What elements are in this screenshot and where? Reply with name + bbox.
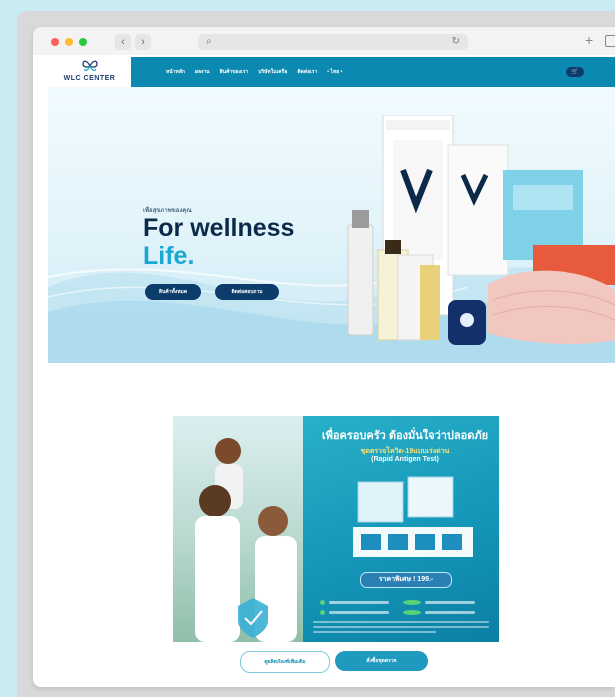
hero-title-accent: Life. xyxy=(143,242,195,270)
back-button[interactable]: ‹ xyxy=(115,34,131,50)
menu-item-portfolio[interactable]: ผลงาน xyxy=(195,68,210,76)
more-products-button[interactable]: ดูผลิตภัณฑ์เพิ่มเติม xyxy=(240,651,330,673)
family-photo xyxy=(173,416,303,642)
price-badge: ราคาพิเศษ ! 199.- xyxy=(360,572,452,588)
menu-item-contact[interactable]: ติดต่อเรา xyxy=(297,68,317,76)
main-menu: หน้าหลัก ผลงาน สินค้าของเรา บริษัทในเครื… xyxy=(166,68,342,76)
menu-item-products[interactable]: สินค้าของเรา xyxy=(220,68,249,76)
all-products-button[interactable]: สินค้าทั้งหมด xyxy=(145,284,201,300)
hero-banner: เพื่อสุขภาพของคุณ For wellness Life. สิน… xyxy=(48,87,615,363)
promo-feature-row xyxy=(320,604,490,616)
close-window-dot[interactable] xyxy=(51,38,59,46)
forward-button[interactable]: › xyxy=(135,34,151,50)
menu-item-affiliates[interactable]: บริษัทในเครือ xyxy=(258,68,287,76)
site-logo[interactable]: WLC CENTER xyxy=(48,57,131,87)
hero-title: For wellness xyxy=(143,214,295,242)
promo-feature-list xyxy=(320,594,490,616)
address-bar[interactable]: ⌕ ↻ xyxy=(198,34,468,50)
promo-headline: เพื่อครอบครัว ต้องมั่นใจว่าปลอดภัย xyxy=(321,430,489,442)
promo-fine-print xyxy=(313,621,489,636)
promo-product-name: (Rapid Antigen Test) xyxy=(371,456,439,463)
language-selector[interactable]: • ไทย • xyxy=(327,68,342,76)
test-kit-image xyxy=(353,476,473,557)
new-tab-button[interactable]: + xyxy=(585,32,593,48)
maximize-window-dot[interactable] xyxy=(79,38,87,46)
menu-item-home[interactable]: หน้าหลัก xyxy=(166,68,185,76)
butterfly-logo-icon xyxy=(82,60,98,72)
promo-feature-row xyxy=(320,594,490,606)
contact-us-button[interactable]: ติดต่อสอบถาม xyxy=(215,284,279,300)
reload-icon[interactable]: ↻ xyxy=(452,36,460,47)
browser-toolbar: ‹ › ⌕ ↻ + xyxy=(33,27,615,55)
covid-test-promo-banner[interactable]: เพื่อครอบครัว ต้องมั่นใจว่าปลอดภัย ชุดตร… xyxy=(173,416,499,642)
logo-text: WLC CENTER xyxy=(63,75,116,82)
product-collage-image xyxy=(347,115,615,345)
order-test-kit-button[interactable]: สั่งซื้อชุดตรวจ xyxy=(335,651,428,671)
search-icon: ⌕ xyxy=(206,36,212,47)
cart-button[interactable]: 🛒 xyxy=(566,67,584,77)
tabs-overview-icon[interactable] xyxy=(605,35,615,47)
browser-window: ‹ › ⌕ ↻ + WLC CENTER หน้าหลัก ผลงาน สินค… xyxy=(33,27,615,687)
minimize-window-dot[interactable] xyxy=(65,38,73,46)
site-header: WLC CENTER หน้าหลัก ผลงาน สินค้าของเรา บ… xyxy=(48,57,615,87)
